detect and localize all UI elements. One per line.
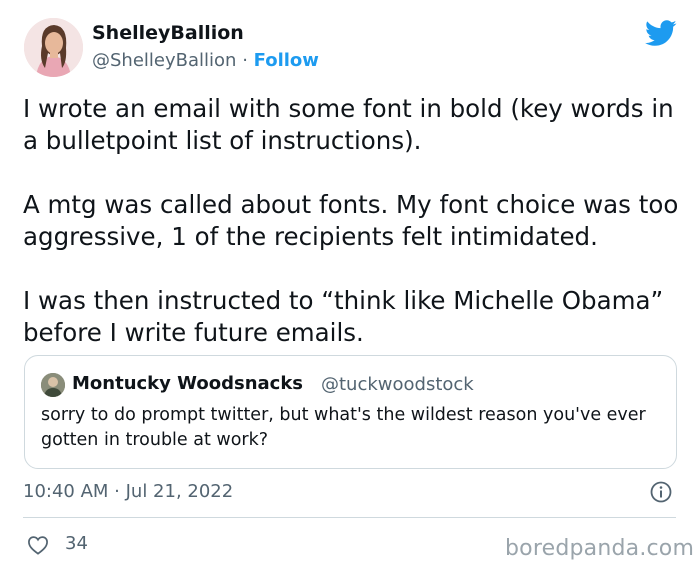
- quoted-tweet[interactable]: Montucky Woodsnacks @tuckwoodstock sorry…: [24, 355, 677, 469]
- twitter-bird-icon[interactable]: [645, 20, 677, 47]
- tweet-timestamp[interactable]: 10:40 AM · Jul 21, 2022: [23, 481, 233, 502]
- author-display-name[interactable]: ShelleyBallion: [92, 22, 244, 44]
- info-icon[interactable]: [650, 481, 672, 503]
- quoted-display-name[interactable]: Montucky Woodsnacks: [72, 373, 303, 394]
- quoted-text: sorry to do prompt twitter, but what's t…: [41, 405, 646, 450]
- divider: [23, 517, 676, 518]
- author-handle-row: @ShelleyBallion · Follow: [92, 50, 319, 71]
- author-handle[interactable]: @ShelleyBallion: [92, 50, 236, 71]
- quoted-handle[interactable]: @tuckwoodstock: [321, 374, 474, 395]
- tweet-text: I wrote an email with some font in bold …: [23, 93, 683, 381]
- separator-dot: ·: [242, 50, 248, 71]
- tweet-paragraph: I wrote an email with some font in bold …: [23, 94, 674, 155]
- like-count: 34: [65, 533, 88, 554]
- watermark: boredpanda.com: [505, 536, 695, 561]
- heart-icon[interactable]: [27, 535, 49, 555]
- avatar[interactable]: [24, 18, 83, 77]
- tweet-paragraph: A mtg was called about fonts. My font ch…: [23, 190, 679, 251]
- tweet-paragraph: I was then instructed to “think like Mic…: [23, 286, 664, 347]
- follow-button[interactable]: Follow: [254, 50, 319, 71]
- quoted-avatar[interactable]: [41, 373, 65, 397]
